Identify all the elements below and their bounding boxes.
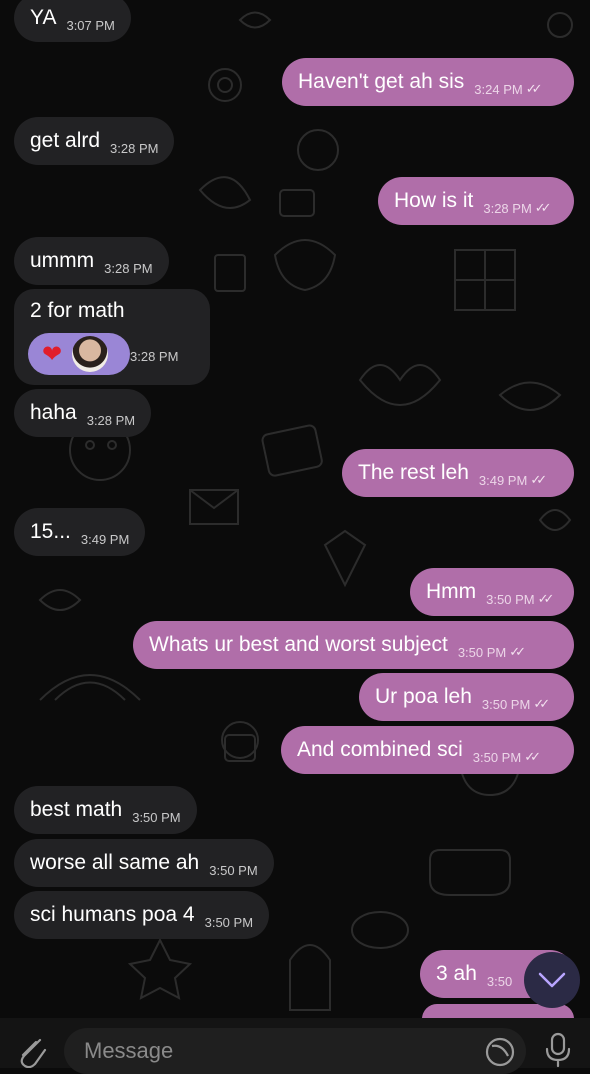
message-bubble[interactable]: worse all same ah 3:50 PM bbox=[14, 839, 274, 887]
message-text: best math bbox=[30, 798, 123, 821]
message-bubble[interactable]: And combined sci 3:50 PM ✓✓ bbox=[281, 726, 574, 774]
message-text: And combined sci bbox=[297, 738, 463, 761]
message-bubble[interactable]: YA 3:07 PM bbox=[14, 0, 131, 42]
message-text: 3 ah bbox=[436, 962, 477, 985]
message-bubble[interactable]: Haven't get ah sis 3:24 PM ✓✓ bbox=[282, 58, 574, 106]
message-time: 3:49 PM bbox=[80, 531, 130, 547]
double-check-icon: ✓✓ bbox=[524, 749, 541, 764]
message-time: 3:28 PM bbox=[104, 260, 153, 276]
message-bubble[interactable]: The rest leh 3:49 PM ✓✓ bbox=[342, 449, 574, 497]
sticker-icon[interactable] bbox=[484, 1036, 516, 1068]
message-time: 3:49 PM bbox=[478, 472, 528, 488]
paperclip-icon[interactable] bbox=[14, 1032, 50, 1068]
double-check-icon: ✓✓ bbox=[533, 696, 550, 711]
message-input-placeholder: Message bbox=[84, 1038, 174, 1063]
message-text: The rest leh bbox=[358, 461, 469, 484]
double-check-icon: ✓✓ bbox=[525, 81, 543, 96]
message-text: How is it bbox=[394, 189, 474, 212]
heart-icon: ❤ bbox=[42, 340, 63, 368]
message-time: 3:28 PM bbox=[110, 140, 159, 156]
message-text: worse all same ah bbox=[30, 851, 200, 874]
message-text: haha bbox=[30, 401, 77, 424]
message-text: Hmm bbox=[426, 580, 477, 603]
message-time: 3:50 PM bbox=[481, 696, 531, 712]
message-time: 3:28 PM bbox=[130, 349, 179, 364]
message-text: sci humans poa 4 bbox=[30, 903, 195, 926]
chevron-down-icon bbox=[538, 972, 566, 988]
message-bubble[interactable]: get alrd 3:28 PM bbox=[14, 117, 175, 165]
message-time: 3:50 PM bbox=[204, 914, 254, 930]
message-text: Ur poa leh bbox=[375, 685, 472, 708]
message-time: 3:50 PM bbox=[457, 644, 507, 660]
message-text: 15... bbox=[30, 520, 71, 543]
double-check-icon: ✓✓ bbox=[534, 200, 552, 215]
message-time: 3:50 PM bbox=[486, 591, 535, 607]
message-bubble[interactable]: How is it 3:28 PM ✓✓ bbox=[378, 177, 574, 225]
double-check-icon: ✓✓ bbox=[530, 472, 547, 487]
message-bubble-with-reaction[interactable]: 2 for math ❤ 3:28 PM bbox=[14, 289, 210, 385]
message-bubble[interactable]: Hmm 3:50 PM ✓✓ bbox=[410, 568, 574, 616]
message-text: get alrd bbox=[30, 129, 101, 152]
message-bubble[interactable]: 15... 3:49 PM bbox=[14, 508, 146, 556]
message-time: 3:28 PM bbox=[86, 412, 136, 428]
message-bubble[interactable]: sci humans poa 4 3:50 PM bbox=[14, 891, 270, 939]
message-bubble[interactable]: ummm 3:28 PM bbox=[14, 237, 169, 285]
message-text: YA bbox=[30, 6, 57, 29]
scroll-down-button[interactable] bbox=[524, 952, 580, 1008]
message-time: 3:50 PM bbox=[209, 862, 258, 878]
message-time: 3:24 PM bbox=[474, 81, 523, 97]
avatar bbox=[72, 336, 109, 372]
message-bubble[interactable]: best math 3:50 PM bbox=[14, 786, 197, 834]
message-text: ummm bbox=[30, 249, 95, 272]
double-check-icon: ✓✓ bbox=[537, 591, 555, 606]
message-text: 2 for math bbox=[30, 299, 125, 322]
message-text: Haven't get ah sis bbox=[298, 70, 465, 93]
message-bubble[interactable]: haha 3:28 PM bbox=[14, 389, 152, 437]
message-bubble[interactable]: Whats ur best and worst subject 3:50 PM … bbox=[133, 621, 574, 669]
message-time: 3:50 PM bbox=[132, 809, 181, 825]
double-check-icon: ✓✓ bbox=[509, 644, 526, 659]
message-text: Whats ur best and worst subject bbox=[149, 633, 448, 656]
microphone-icon[interactable] bbox=[542, 1032, 574, 1068]
reaction-pill[interactable]: ❤ bbox=[28, 333, 130, 375]
message-time: 3:28 PM bbox=[483, 200, 532, 216]
message-bubble[interactable]: Ur poa leh 3:50 PM ✓✓ bbox=[359, 673, 574, 721]
message-time: 3:50 bbox=[486, 973, 513, 989]
message-time: 3:50 PM bbox=[472, 749, 522, 765]
message-time: 3:07 PM bbox=[66, 17, 115, 33]
